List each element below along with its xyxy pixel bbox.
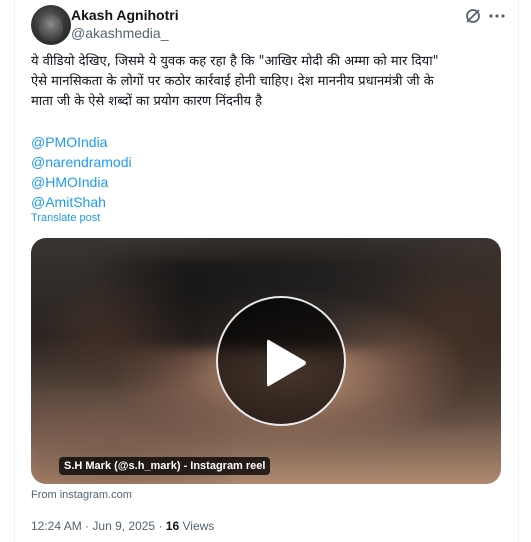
mentions-list: @PMOIndia @narendramodi @HMOIndia @AmitS… <box>31 132 132 212</box>
media-source[interactable]: From instagram.com <box>31 489 132 501</box>
views-count: 16 <box>165 519 180 533</box>
author-name[interactable]: Akash Agnihotri <box>71 7 179 23</box>
post-time[interactable]: 12:24 AM <box>31 519 82 533</box>
play-icon <box>267 339 306 387</box>
mention-link[interactable]: @HMOIndia <box>31 172 132 192</box>
post-date[interactable]: Jun 9, 2025 <box>92 519 155 533</box>
media-caption: S.H Mark (@s.h_mark) - Instagram reel <box>59 457 271 475</box>
mention-link[interactable]: @PMOIndia <box>31 132 132 152</box>
author-handle[interactable]: @akashmedia_ <box>71 25 169 41</box>
video-thumbnail[interactable]: S.H Mark (@s.h_mark) - Instagram reel <box>31 238 501 484</box>
meta-separator: · <box>158 519 163 533</box>
grok-icon[interactable] <box>464 7 482 25</box>
tweet-text-line: माता जी के ऐसे शब्दों का प्रयोग कारण निं… <box>31 94 263 109</box>
tweet-text: ये वीडियो देखिए, जिसमे ये युवक कह रहा है… <box>31 52 506 112</box>
meta-separator: · <box>85 519 90 533</box>
views-label: Views <box>182 519 215 533</box>
tweet-card: Akash Agnihotri @akashmedia_ ये वीडियो द… <box>14 0 519 542</box>
tweet-meta: 12:24 AM · Jun 9, 2025 · 16 Views <box>31 519 214 533</box>
avatar[interactable] <box>31 5 71 45</box>
tweet-text-line: ये वीडियो देखिए, जिसमे ये युवक कह रहा है… <box>31 54 439 69</box>
more-icon[interactable] <box>487 7 507 25</box>
mention-link[interactable]: @AmitShah <box>31 192 132 212</box>
mention-link[interactable]: @narendramodi <box>31 152 132 172</box>
play-button[interactable] <box>216 296 346 426</box>
translate-post-link[interactable]: Translate post <box>31 212 100 224</box>
tweet-text-line: ऐसे मानसिकता के लोगों पर कठोर कार्रवाई ह… <box>31 74 434 89</box>
